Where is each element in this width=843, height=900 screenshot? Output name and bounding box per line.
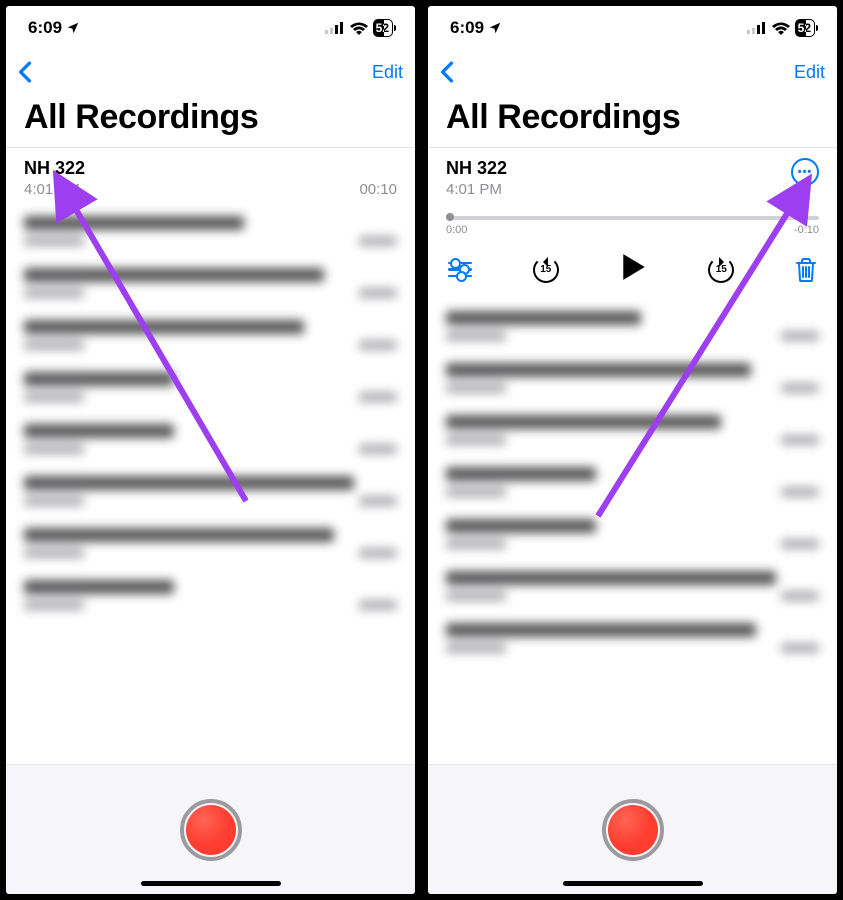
list-item <box>446 519 819 549</box>
scrubber[interactable]: 0:00 -0:10 <box>446 216 819 236</box>
cellular-icon <box>747 22 767 34</box>
status-bar: 6:09 52 <box>428 6 837 50</box>
recordings-list: NH 322 4:01 PM 0:00 -0:10 <box>428 147 837 764</box>
location-icon <box>488 21 502 35</box>
nav-bar: Edit <box>428 50 837 94</box>
home-indicator[interactable] <box>141 881 281 886</box>
list-item <box>446 415 819 445</box>
clock: 6:09 <box>28 18 62 38</box>
back-button[interactable] <box>18 58 36 86</box>
location-icon <box>66 21 80 35</box>
status-bar: 6:09 52 <box>6 6 415 50</box>
recording-duration: 00:10 <box>359 181 397 198</box>
cellular-icon <box>325 22 345 34</box>
list-item <box>24 580 397 610</box>
blurred-rows <box>6 206 415 764</box>
blurred-rows <box>428 301 837 764</box>
recording-name: NH 322 <box>446 158 507 179</box>
scrub-elapsed: 0:00 <box>446 224 467 236</box>
list-item <box>446 571 819 601</box>
list-item <box>446 467 819 497</box>
page-title: All Recordings <box>428 94 837 147</box>
recording-row-expanded[interactable]: NH 322 4:01 PM 0:00 -0:10 <box>428 147 837 301</box>
skip-forward-15-button[interactable]: 15 <box>705 254 737 286</box>
edit-button[interactable]: Edit <box>372 62 403 83</box>
list-item <box>24 424 397 454</box>
home-indicator[interactable] <box>563 881 703 886</box>
record-button[interactable] <box>602 799 664 861</box>
recordings-list: NH 322 4:01 PM 00:10 <box>6 147 415 764</box>
record-button[interactable] <box>180 799 242 861</box>
scrub-remaining: -0:10 <box>794 224 819 236</box>
clock: 6:09 <box>450 18 484 38</box>
list-item <box>446 363 819 393</box>
battery-icon: 52 <box>795 19 815 37</box>
nav-bar: Edit <box>6 50 415 94</box>
more-options-button[interactable] <box>791 158 819 186</box>
battery-icon: 52 <box>373 19 393 37</box>
settings-sliders-button[interactable] <box>448 262 472 278</box>
list-item <box>24 268 397 298</box>
list-item <box>24 476 397 506</box>
list-item <box>24 216 397 246</box>
back-button[interactable] <box>440 58 458 86</box>
edit-button[interactable]: Edit <box>794 62 825 83</box>
record-bar <box>6 764 415 894</box>
play-button[interactable] <box>620 252 648 287</box>
phone-screen-right: 6:09 52 Edit All Recordings NH 322 4:01 … <box>425 3 840 897</box>
phone-screen-left: 6:09 52 Edit All Recordings NH 322 4:01 … <box>3 3 418 897</box>
list-item <box>24 528 397 558</box>
list-item <box>24 320 397 350</box>
recording-name: NH 322 <box>24 158 397 179</box>
recording-row[interactable]: NH 322 4:01 PM 00:10 <box>6 147 415 206</box>
wifi-icon <box>350 22 368 35</box>
recording-time: 4:01 PM <box>446 181 502 198</box>
wifi-icon <box>772 22 790 35</box>
list-item <box>446 311 819 341</box>
skip-back-15-button[interactable]: 15 <box>530 254 562 286</box>
recording-time: 4:01 PM <box>24 181 80 198</box>
page-title: All Recordings <box>6 94 415 147</box>
list-item <box>24 372 397 402</box>
delete-trash-button[interactable] <box>795 258 817 282</box>
playback-controls: 15 15 <box>446 236 819 301</box>
list-item <box>446 623 819 653</box>
record-bar <box>428 764 837 894</box>
